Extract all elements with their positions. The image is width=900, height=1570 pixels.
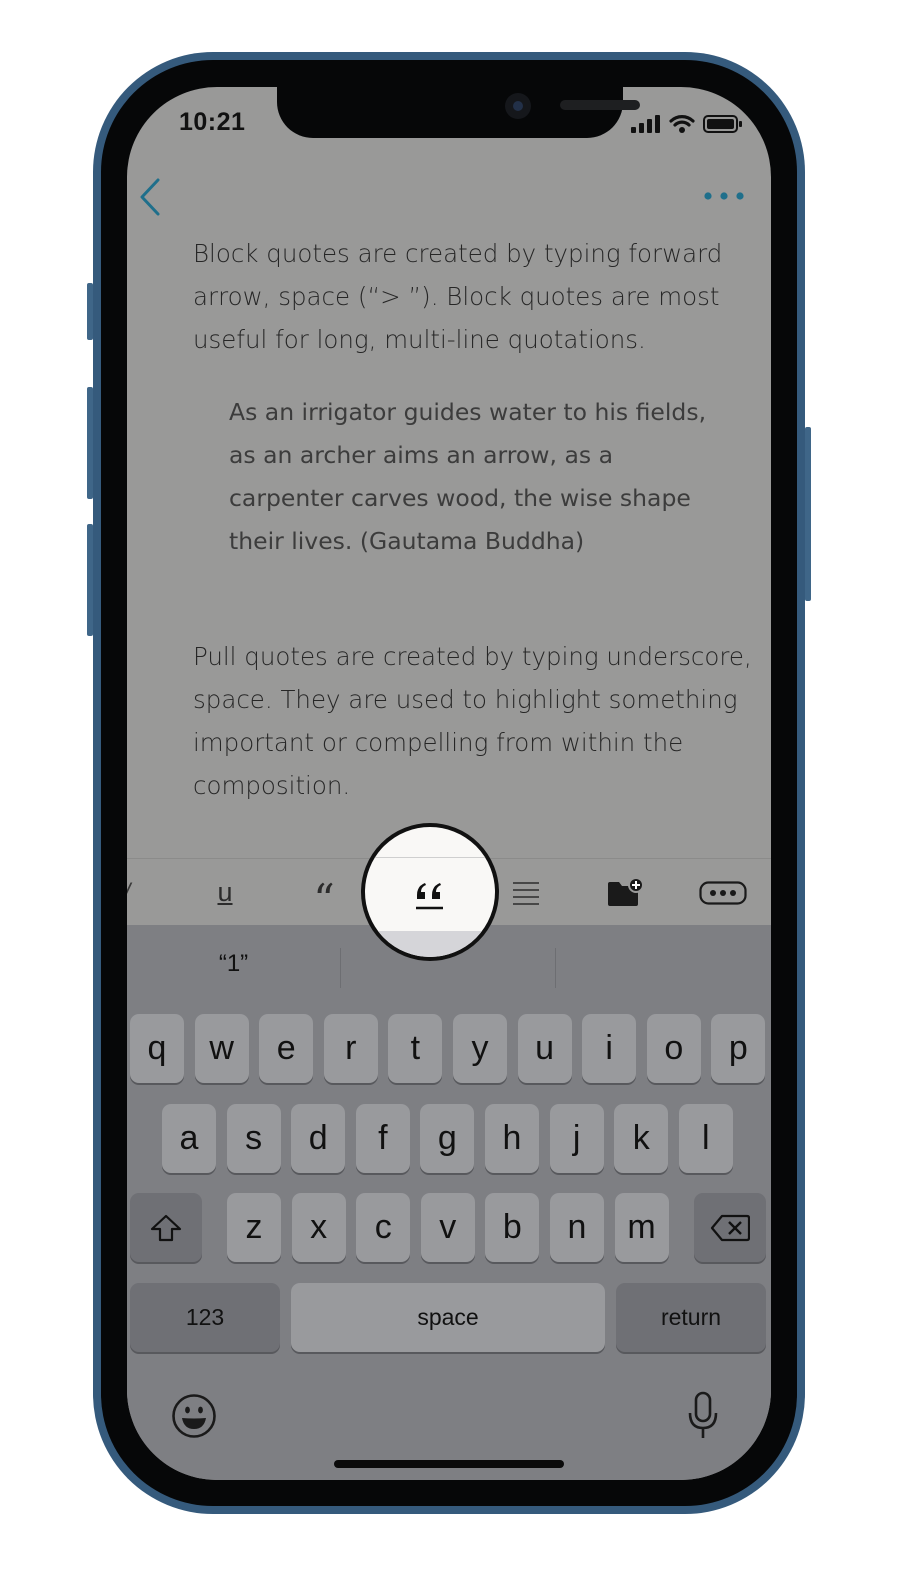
emoji-icon[interactable] (171, 1393, 217, 1439)
notch (277, 87, 640, 138)
underline-label: u (217, 877, 233, 907)
toolbar-more-button[interactable] (697, 859, 749, 926)
key-q[interactable]: q (130, 1014, 184, 1083)
screen: 10:21 Block quotes are created by typing… (127, 87, 771, 1480)
space-key[interactable]: space (291, 1283, 605, 1352)
loupe-keyboard-area (365, 931, 495, 957)
key-d[interactable]: d (291, 1104, 346, 1173)
key-b[interactable]: b (485, 1193, 540, 1262)
home-indicator (334, 1460, 564, 1468)
power-button (805, 427, 811, 601)
shift-arrow-icon (150, 1214, 182, 1241)
key-o[interactable]: o (646, 1014, 701, 1083)
key-u[interactable]: u (517, 1014, 572, 1083)
speaker (560, 100, 640, 110)
italic-button-partial[interactable]: / (127, 859, 137, 926)
key-a[interactable]: a (162, 1104, 216, 1173)
backspace-icon (710, 1214, 750, 1241)
more-options-icon[interactable] (702, 187, 746, 205)
key-s[interactable]: s (226, 1104, 281, 1173)
key-i[interactable]: i (582, 1014, 637, 1083)
suggestion-3[interactable] (556, 925, 769, 1003)
quote-button[interactable]: “ (303, 859, 345, 926)
magnifier-loupe (361, 823, 499, 961)
status-time: 10:21 (179, 108, 246, 136)
add-folder-button[interactable] (603, 859, 647, 926)
key-w[interactable]: w (194, 1014, 249, 1083)
return-key[interactable]: return (616, 1283, 766, 1352)
action-button (87, 283, 93, 340)
microphone-icon[interactable] (687, 1391, 719, 1441)
key-l[interactable]: l (678, 1104, 733, 1173)
key-y[interactable]: y (453, 1014, 507, 1083)
cellular-signal-icon (631, 115, 660, 133)
key-k[interactable]: k (614, 1104, 669, 1173)
back-chevron-icon[interactable] (136, 177, 164, 217)
wifi-icon (669, 115, 695, 133)
list-button[interactable] (507, 859, 543, 926)
key-r[interactable]: r (323, 1014, 378, 1083)
numbers-key[interactable]: 123 (130, 1283, 280, 1352)
key-p[interactable]: p (711, 1014, 766, 1083)
key-t[interactable]: t (388, 1014, 443, 1083)
suggestion-1[interactable]: “1” (127, 925, 340, 1003)
key-z[interactable]: z (227, 1193, 281, 1262)
key-f[interactable]: f (355, 1104, 410, 1173)
key-v[interactable]: v (420, 1193, 475, 1262)
paragraph-pull-quotes[interactable]: Pull quotes are created by typing unders… (193, 635, 753, 807)
volume-down-button (87, 524, 93, 636)
underline-button[interactable]: u (205, 859, 245, 926)
shift-key[interactable] (130, 1193, 202, 1262)
key-m[interactable]: m (614, 1193, 669, 1262)
loupe-toolbar-border (365, 857, 495, 858)
key-e[interactable]: e (259, 1014, 314, 1083)
pull-quote-icon[interactable] (413, 879, 447, 913)
list-lines-icon (513, 881, 539, 905)
key-g[interactable]: g (420, 1104, 475, 1173)
key-j[interactable]: j (549, 1104, 604, 1173)
key-x[interactable]: x (291, 1193, 346, 1262)
volume-up-button (87, 387, 93, 499)
paragraph-block-quotes[interactable]: Block quotes are created by typing forwa… (193, 232, 753, 361)
block-quote[interactable]: As an irrigator guides water to his fiel… (229, 391, 729, 563)
delete-key[interactable] (694, 1193, 766, 1262)
key-n[interactable]: n (550, 1193, 604, 1262)
key-c[interactable]: c (356, 1193, 411, 1262)
more-pill-icon (699, 880, 747, 905)
key-h[interactable]: h (485, 1104, 539, 1173)
battery-icon (703, 115, 742, 133)
quote-label: “ (313, 874, 335, 924)
status-icons (631, 113, 743, 135)
front-camera (505, 93, 531, 119)
folder-plus-icon (608, 876, 644, 906)
